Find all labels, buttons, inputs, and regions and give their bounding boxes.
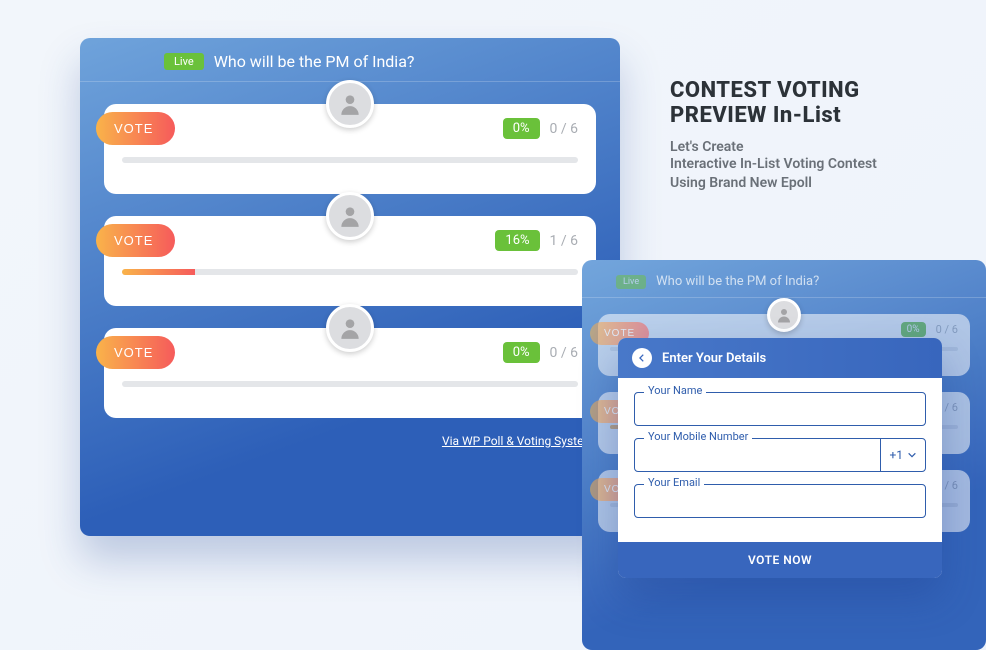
vote-count: 0 / 6 [550,121,578,137]
live-badge: Live [164,53,204,70]
page-heading: CONTEST VOTING PREVIEW In-List [670,78,960,129]
subhead-line-2: Interactive In-List Voting Contest [670,155,960,175]
back-button[interactable] [632,348,652,368]
progress-bar [122,157,578,163]
vote-now-button[interactable]: VOTE NOW [618,542,942,578]
name-input[interactable] [635,393,925,425]
poll-option-3: VOTE 0% 0 / 6 [104,328,596,418]
chevron-left-icon [637,353,647,363]
mobile-input[interactable] [635,439,880,471]
vote-button[interactable]: VOTE [96,112,175,145]
vote-button[interactable]: VOTE [96,224,175,257]
poll-card-large: Live Who will be the PM of India? VOTE 0… [80,38,620,536]
mobile-fieldset: Your Mobile Number +1 [634,438,926,472]
subhead-line-3: Using Brand New Epoll [670,174,960,194]
name-label: Your Name [644,384,706,397]
modal-header: Enter Your Details [618,338,942,378]
poll-option-2: VOTE 16% 1 / 6 [104,216,596,306]
dial-code-select[interactable]: +1 [880,439,925,471]
progress-fill [122,269,195,275]
candidate-avatar [326,304,374,352]
email-fieldset: Your Email [634,484,926,518]
vote-button[interactable]: VOTE [96,336,175,369]
poll-header: Live Who will be the PM of India? [80,52,620,82]
voter-details-modal: Enter Your Details Your Name Your Mobile… [618,338,942,578]
modal-title: Enter Your Details [662,351,766,366]
candidate-avatar [767,298,801,332]
poll-option-1: VOTE 0% 0 / 6 [104,104,596,194]
candidate-avatar [326,80,374,128]
progress-bar [122,269,578,275]
chevron-down-icon [907,450,917,460]
subhead-line-1: Let's Create [670,139,960,155]
percent-badge: 16% [495,230,539,251]
poll-title: Who will be the PM of India? [214,52,415,71]
dial-code-value: +1 [889,448,903,462]
heading-block: CONTEST VOTING PREVIEW In-List Let's Cre… [670,78,960,194]
vote-count: 0 / 6 [550,345,578,361]
name-fieldset: Your Name [634,392,926,426]
percent-badge: 0% [503,118,540,139]
poll-footer-link[interactable]: Via WP Poll & Voting System [80,418,620,464]
percent-badge: 0% [503,342,540,363]
email-input[interactable] [635,485,925,517]
progress-bar [122,381,578,387]
mobile-label: Your Mobile Number [644,430,752,443]
email-label: Your Email [644,476,704,489]
vote-count: 1 / 6 [550,233,578,249]
candidate-avatar [326,192,374,240]
